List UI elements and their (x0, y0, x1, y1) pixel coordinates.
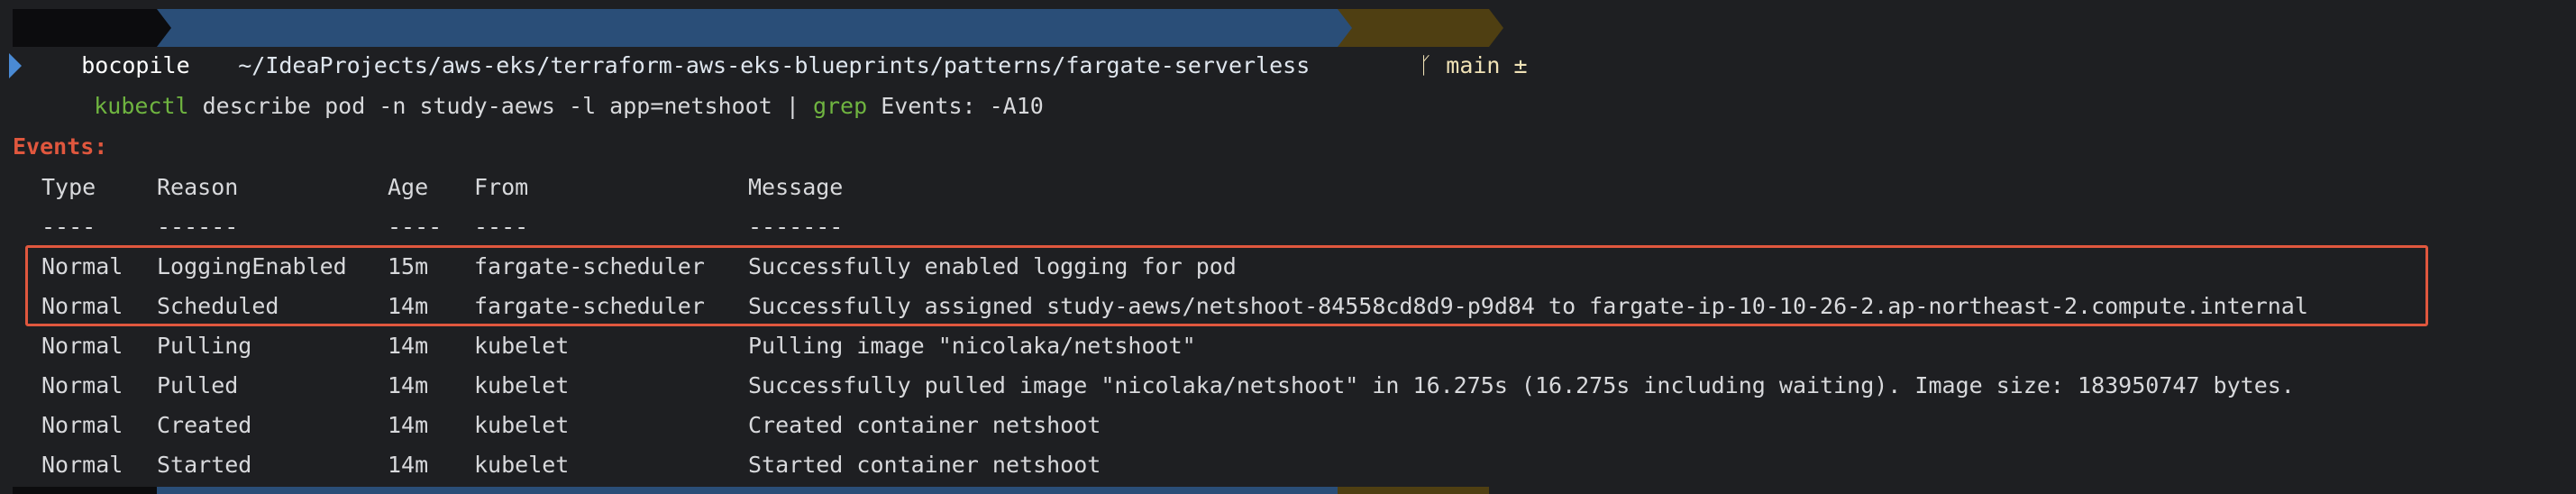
command-grep: grep (812, 93, 868, 119)
cell-message: ------- (748, 214, 844, 240)
command-kubectl: kubectl (94, 93, 189, 119)
table-row: Normal Started 14m kubelet Started container… (0, 445, 2576, 485)
cell-type: Normal (41, 293, 123, 319)
table-row: Normal Created 14m kubelet Created container… (0, 406, 2576, 445)
cell-age: 14m (388, 333, 429, 359)
cell-age: 14m (388, 452, 429, 478)
cell-reason: Reason (157, 174, 239, 200)
git-branch: ᚴ main ± (1419, 52, 1528, 78)
table-header-row: Type Reason Age From Message (0, 168, 2576, 207)
cell-type: Type (41, 174, 96, 200)
cell-type: Normal (41, 412, 123, 438)
cell-reason: Scheduled (157, 293, 279, 319)
next-prompt-strip (0, 487, 2576, 494)
cell-from: kubelet (474, 452, 570, 478)
cell-message: Created container netshoot (748, 412, 1101, 438)
cell-message: Pulling image "nicolaka/netshoot" (748, 333, 1196, 359)
prompt-separator-arrow (1338, 9, 1352, 47)
cell-type: Normal (41, 333, 123, 359)
terminal-window[interactable]: bocopile ~/IdeaProjects/aws-eks/terrafor… (0, 0, 2576, 494)
command-grep-args: Events: -A10 (867, 93, 1044, 119)
cell-reason: Created (157, 412, 252, 438)
events-label: Events: (13, 133, 108, 160)
table-separator-row: ---- ------ ---- ---- ------- (0, 207, 2576, 247)
cell-reason: Pulling (157, 333, 252, 359)
cell-message: Successfully assigned study-aews/netshoo… (748, 293, 2308, 319)
cell-age: Age (388, 174, 429, 200)
table-row: Normal Scheduled 14m fargate-scheduler Succe… (0, 287, 2576, 326)
cell-from: From (474, 174, 529, 200)
table-row: Normal LoggingEnabled 15m fargate-scheduler… (0, 247, 2576, 287)
prompt-user-segment (13, 487, 157, 494)
cell-reason: LoggingEnabled (157, 253, 347, 279)
cell-message: Message (748, 174, 844, 200)
cell-from: kubelet (474, 372, 570, 398)
prompt-user-segment: bocopile (13, 9, 190, 78)
table-row: Normal Pulled 14m kubelet Successfully pulle… (0, 366, 2576, 406)
command-line[interactable]: kubectl describe pod -n study-aews -l ap… (40, 47, 1044, 119)
cell-age: ---- (388, 214, 443, 240)
cell-age: 14m (388, 412, 429, 438)
table-row: Normal Pulling 14m kubelet Pulling image "ni… (0, 326, 2576, 366)
prompt-separator-arrow (157, 9, 171, 47)
prompt-git-segment (1338, 487, 1489, 494)
cell-type: Normal (41, 253, 123, 279)
cell-from: kubelet (474, 412, 570, 438)
cell-age: 15m (388, 253, 429, 279)
cell-message: Started container netshoot (748, 452, 1101, 478)
prompt-separator-arrow (1489, 9, 1503, 47)
cell-age: 14m (388, 293, 429, 319)
cell-message: Successfully pulled image "nicolaka/nets… (748, 372, 2295, 398)
cell-from: kubelet (474, 333, 570, 359)
cell-reason: ------ (157, 214, 239, 240)
cell-reason: Pulled (157, 372, 239, 398)
prompt-path-segment (157, 487, 1338, 494)
prompt-caret-icon (9, 53, 22, 78)
cell-type: ---- (41, 214, 96, 240)
cell-age: 14m (388, 372, 429, 398)
command-args: describe pod -n study-aews -l app=netsho… (188, 93, 813, 119)
cell-from: fargate-scheduler (474, 293, 705, 319)
cell-type: Normal (41, 452, 123, 478)
cell-from: ---- (474, 214, 529, 240)
cell-type: Normal (41, 372, 123, 398)
cell-reason: Started (157, 452, 252, 478)
prompt-git-segment: ᚴ main ± (1338, 9, 1528, 78)
cell-message: Successfully enabled logging for pod (748, 253, 1237, 279)
prompt-path-segment: ~/IdeaProjects/aws-eks/terraform-aws-eks… (157, 9, 1338, 78)
cell-from: fargate-scheduler (474, 253, 705, 279)
